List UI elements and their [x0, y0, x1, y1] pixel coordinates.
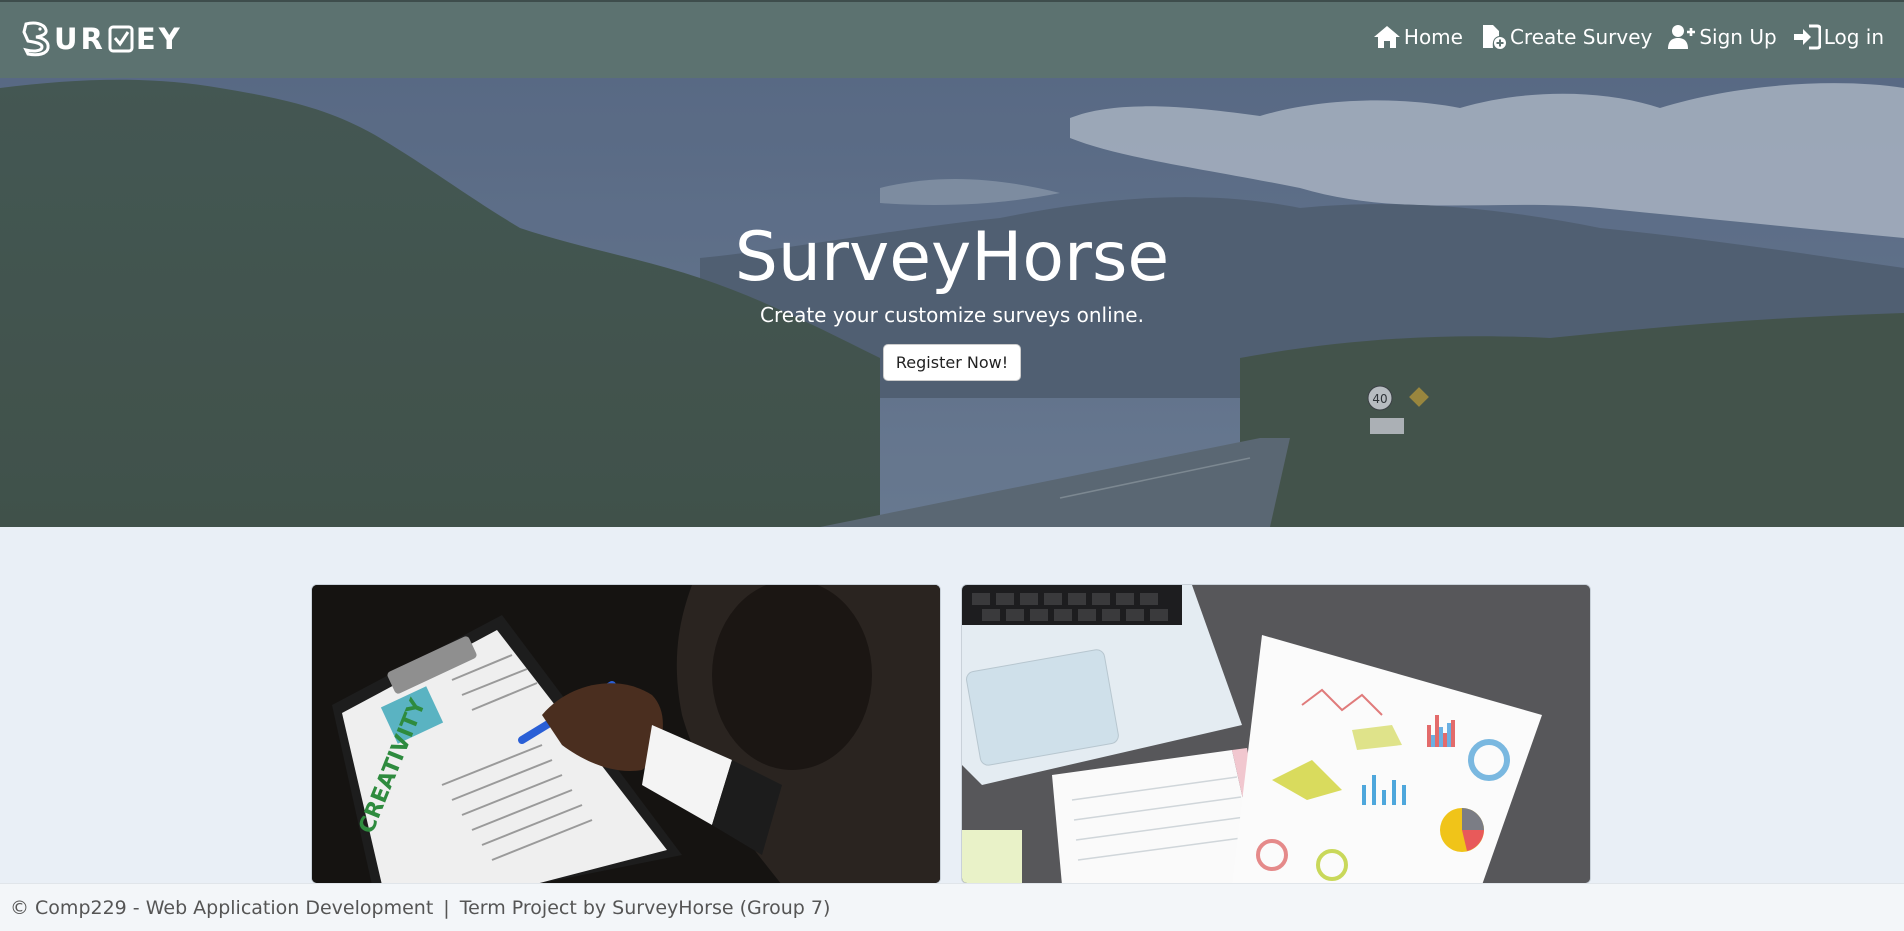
charts-laptop-card[interactable]	[961, 584, 1591, 884]
user-plus-icon	[1668, 25, 1696, 49]
hero-title: SurveyHorse	[734, 218, 1170, 297]
nav-create-survey-label: Create Survey	[1509, 25, 1653, 49]
nav-sign-up[interactable]: Sign Up	[1668, 24, 1777, 50]
checkbox-v-icon	[108, 25, 134, 53]
footer: © Comp229 - Web Application Development …	[0, 883, 1904, 931]
footer-separator: |	[443, 896, 450, 919]
sign-in-icon	[1793, 24, 1821, 50]
footer-project: Term Project by SurveyHorse (Group 7)	[459, 896, 831, 919]
file-plus-icon	[1482, 25, 1506, 49]
hero-content: SurveyHorse Create your customize survey…	[0, 218, 1904, 381]
nav-log-in[interactable]: Log in	[1793, 24, 1884, 50]
hero-banner: 40 SurveyHorse Create your customize sur…	[0, 78, 1904, 527]
brand-logo[interactable]: UR EY	[20, 19, 183, 59]
creativity-survey-image: CREATIVITY	[312, 585, 940, 883]
nav-log-in-label: Log in	[1823, 25, 1884, 49]
horse-head-logo-icon	[22, 21, 50, 57]
register-now-button[interactable]: Register Now!	[882, 344, 1022, 381]
nav-create-survey[interactable]: Create Survey	[1479, 24, 1652, 50]
nav-sign-up-label: Sign Up	[1699, 25, 1777, 49]
creativity-survey-card[interactable]: CREATIVITY	[311, 584, 941, 884]
home-icon	[1373, 26, 1400, 48]
nav-home-label: Home	[1403, 25, 1463, 49]
footer-copyright: © Comp229 - Web Application Development	[10, 896, 434, 919]
main-nav: Home Create Survey Sign Up Log in	[1357, 24, 1884, 50]
hero-subtitle: Create your customize surveys online.	[760, 303, 1144, 327]
navbar: UR EY Home Create Survey Sign Up Log in	[0, 0, 1904, 78]
charts-laptop-image	[962, 585, 1590, 883]
nav-home[interactable]: Home	[1373, 24, 1463, 50]
